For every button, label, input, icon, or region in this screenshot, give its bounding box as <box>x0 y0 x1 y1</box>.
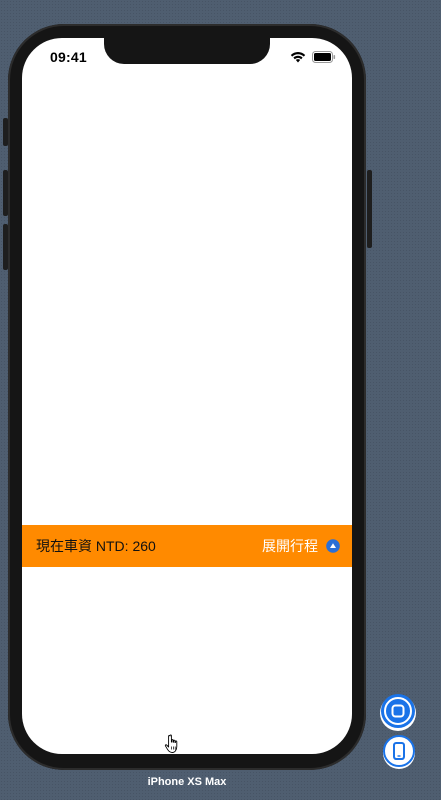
power-button <box>367 170 372 248</box>
expand-trip-button[interactable]: 展開行程 <box>262 536 340 556</box>
expand-trip-label: 展開行程 <box>262 538 318 554</box>
current-fare-label: 現在車資 NTD: 260 <box>36 538 156 554</box>
simulator-rotate-button[interactable] <box>383 734 415 772</box>
hand-pointer-icon <box>164 734 182 754</box>
status-icons <box>290 50 336 68</box>
phone-screen: 09:41 現在車資 NTD: 260 展開行程 <box>22 38 352 754</box>
battery-icon <box>312 50 336 68</box>
device-rotate-icon <box>383 734 415 772</box>
home-square-icon <box>380 693 416 734</box>
device-name-label: iPhone XS Max <box>147 776 227 788</box>
chevron-up-icon <box>326 539 340 553</box>
wifi-icon <box>290 50 306 68</box>
status-time: 09:41 <box>50 49 87 65</box>
notch <box>104 38 270 64</box>
fare-bar: 現在車資 NTD: 260 展開行程 <box>22 525 352 567</box>
simulator-home-button[interactable] <box>380 693 416 734</box>
